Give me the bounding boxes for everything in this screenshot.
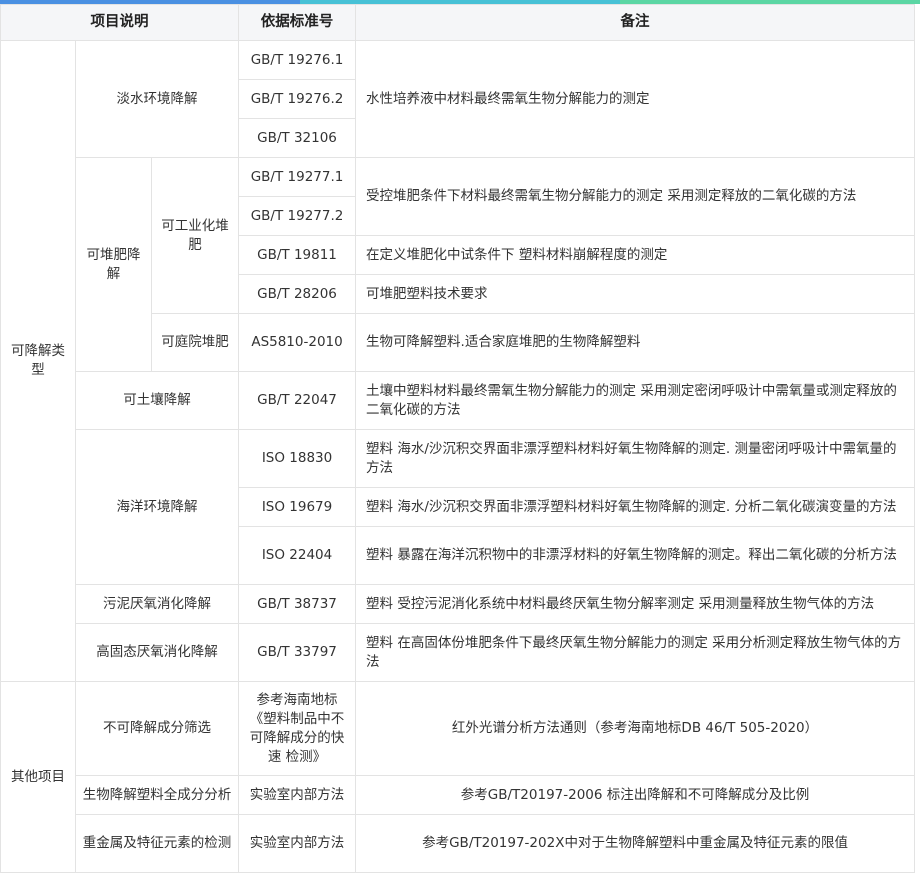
standard-cell: GB/T 19276.1 bbox=[238, 40, 357, 80]
standard-cell: GB/T 32106 bbox=[238, 118, 357, 158]
table-header-row: 项目说明 依据标准号 备注 bbox=[0, 4, 916, 41]
table-row: 可堆肥降解 可工业化堆肥 GB/T 19277.1 受控堆肥条件下材料最终需氧生… bbox=[1, 157, 916, 372]
standards-table: 项目说明 依据标准号 备注 可降解类型 淡水环境降解 GB/T 19276.1 … bbox=[0, 4, 916, 873]
note-cell: 参考GB/T20197-202X中对于生物降解塑料中重金属及特征元素的限值 bbox=[355, 814, 916, 873]
item-non-degradable: 不可降解成分筛选 bbox=[74, 681, 240, 776]
standard-cell: 实验室内部方法 bbox=[238, 775, 357, 815]
table-row: 其他项目 不可降解成分筛选 参考海南地标《塑料制品中不可降解成分的快速 检测》 … bbox=[0, 681, 916, 873]
header-item: 项目说明 bbox=[0, 4, 240, 41]
note-cell: 土壤中塑料材料最终需氧生物分解能力的测定 采用测定密闭呼吸计中需氧量或测定释放的… bbox=[355, 371, 916, 430]
standard-cell: AS5810-2010 bbox=[238, 313, 357, 372]
standard-cell: GB/T 33797 bbox=[238, 623, 357, 682]
table-row: 可土壤降解 GB/T 22047 土壤中塑料材料最终需氧生物分解能力的测定 采用… bbox=[1, 371, 916, 430]
note-cell: 塑料 在高固体份堆肥条件下最终厌氧生物分解能力的测定 采用分析测定释放生物气体的… bbox=[355, 623, 916, 682]
note-cell: 参考GB/T20197-2006 标注出降解和不可降解成分及比例 bbox=[355, 775, 916, 815]
item-marine: 海洋环境降解 bbox=[74, 429, 240, 585]
item-high-solid: 高固态厌氧消化降解 bbox=[74, 623, 240, 682]
header-note: 备注 bbox=[355, 4, 916, 41]
note-cell: 塑料 海水/沙沉积交界面非漂浮塑料材料好氧生物降解的测定. 分析二氧化碳演变量的… bbox=[355, 487, 916, 527]
item-sludge: 污泥厌氧消化降解 bbox=[74, 584, 240, 624]
item-garden-compost: 可庭院堆肥 bbox=[150, 313, 240, 372]
note-cell: 生物可降解塑料.适合家庭堆肥的生物降解塑料 bbox=[355, 313, 916, 372]
group-other: 其他项目 bbox=[0, 681, 76, 873]
standard-cell: GB/T 19277.1 bbox=[238, 157, 357, 197]
standard-cell: GB/T 19277.2 bbox=[238, 196, 357, 236]
item-full-composition: 生物降解塑料全成分分析 bbox=[74, 775, 240, 815]
table-row: 生物降解塑料全成分分析 实验室内部方法 参考GB/T20197-2006 标注出… bbox=[1, 775, 916, 815]
item-compost: 可堆肥降解 bbox=[75, 157, 152, 372]
note-cell: 红外光谱分析方法通则（参考海南地标DB 46/T 505-2020） bbox=[355, 681, 916, 776]
table-row: 污泥厌氧消化降解 GB/T 38737 塑料 受控污泥消化系统中材料最终厌氧生物… bbox=[1, 584, 916, 624]
note-cell: 塑料 受控污泥消化系统中材料最终厌氧生物分解率测定 采用测量释放生物气体的方法 bbox=[355, 584, 916, 624]
standard-cell: ISO 22404 bbox=[238, 526, 357, 585]
item-soil: 可土壤降解 bbox=[74, 371, 240, 430]
standard-cell: GB/T 38737 bbox=[238, 584, 357, 624]
note-cell: 水性培养液中材料最终需氧生物分解能力的测定 bbox=[355, 40, 916, 158]
table-row: 重金属及特征元素的检测 实验室内部方法 参考GB/T20197-202X中对于生… bbox=[1, 814, 916, 873]
group-degradable: 可降解类型 bbox=[0, 40, 76, 682]
note-cell: 塑料 海水/沙沉积交界面非漂浮塑料材料好氧生物降解的测定. 测量密闭呼吸计中需氧… bbox=[355, 429, 916, 488]
table-row: 高固态厌氧消化降解 GB/T 33797 塑料 在高固体份堆肥条件下最终厌氧生物… bbox=[1, 623, 916, 682]
item-industrial-compost: 可工业化堆肥 bbox=[150, 157, 240, 314]
standard-cell: GB/T 28206 bbox=[238, 274, 357, 314]
table-row: 海洋环境降解 ISO 18830 塑料 海水/沙沉积交界面非漂浮塑料材料好氧生物… bbox=[1, 429, 916, 585]
note-cell: 受控堆肥条件下材料最终需氧生物分解能力的测定 采用测定释放的二氧化碳的方法 bbox=[355, 157, 916, 236]
standard-cell: 参考海南地标《塑料制品中不可降解成分的快速 检测》 bbox=[238, 681, 357, 776]
standard-cell: 实验室内部方法 bbox=[238, 814, 357, 873]
note-cell: 可堆肥塑料技术要求 bbox=[355, 274, 916, 314]
standard-cell: ISO 18830 bbox=[238, 429, 357, 488]
note-cell: 在定义堆肥化中试条件下 塑料材料崩解程度的测定 bbox=[355, 235, 916, 275]
standard-cell: GB/T 19811 bbox=[238, 235, 357, 275]
header-standard: 依据标准号 bbox=[238, 4, 357, 41]
standard-cell: GB/T 22047 bbox=[238, 371, 357, 430]
standard-cell: ISO 19679 bbox=[238, 487, 357, 527]
table-row: 可降解类型 淡水环境降解 GB/T 19276.1 水性培养液中材料最终需氧生物… bbox=[0, 40, 916, 682]
standard-cell: GB/T 19276.2 bbox=[238, 79, 357, 119]
item-freshwater: 淡水环境降解 bbox=[74, 40, 240, 158]
note-cell: 塑料 暴露在海洋沉积物中的非漂浮材料的好氧生物降解的测定。释出二氧化碳的分析方法 bbox=[355, 526, 916, 585]
item-heavy-metal: 重金属及特征元素的检测 bbox=[74, 814, 240, 873]
